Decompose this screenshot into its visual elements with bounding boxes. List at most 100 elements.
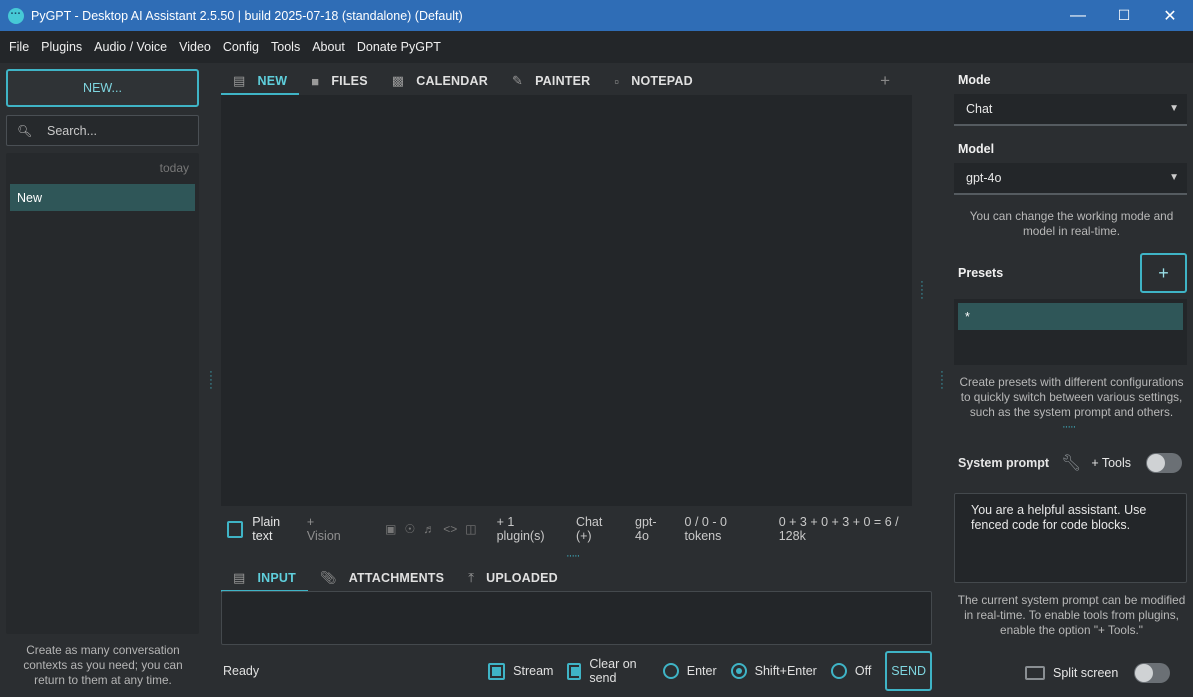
brush-icon: ✎ bbox=[511, 73, 524, 88]
paperclip-icon: 📎︎ bbox=[319, 569, 337, 585]
shift-enter-label: Shift+Enter bbox=[754, 664, 817, 678]
settings-panel: Mode Chat ▼ Model gpt-4o ▼ You can chang… bbox=[949, 63, 1193, 697]
system-prompt-label: System prompt bbox=[958, 456, 1049, 470]
chevron-down-icon: ▼ bbox=[1169, 103, 1179, 114]
menu-audio-voice[interactable]: Audio / Voice bbox=[88, 40, 173, 54]
presets-label: Presets bbox=[958, 266, 1004, 280]
model-select[interactable]: gpt-4o ▼ bbox=[954, 163, 1187, 195]
chat-icon: ▤ bbox=[233, 569, 246, 585]
center-right-splitter-handle[interactable]: · · · · · bbox=[919, 277, 925, 304]
tab-uploaded[interactable]: ⤒ UPLOADED bbox=[456, 564, 570, 592]
stream-checkbox[interactable] bbox=[488, 662, 506, 680]
menu-bar: File Plugins Audio / Voice Video Config … bbox=[0, 31, 1193, 63]
speaker-off-icon[interactable]: ♬ bbox=[423, 522, 435, 536]
chat-output-area[interactable] bbox=[221, 95, 912, 506]
clipboard-icon: ▫ bbox=[614, 73, 620, 89]
search-input[interactable] bbox=[47, 123, 187, 138]
app-logo-icon bbox=[8, 5, 24, 24]
context-hint: Create as many conversation contexts as … bbox=[23, 643, 183, 687]
status-icons: ▣ ☉ ♬ <> ◫ bbox=[385, 522, 476, 536]
upload-icon: ⤒ bbox=[468, 569, 475, 585]
tab-attachments[interactable]: 📎︎ ATTACHMENTS bbox=[308, 564, 456, 592]
context-panel: NEW... 🔍︎ today New Create as many conve… bbox=[0, 63, 206, 697]
system-prompt-input[interactable]: You are a helpful assistant. Use fenced … bbox=[954, 493, 1187, 583]
message-input[interactable] bbox=[221, 591, 932, 645]
off-option[interactable]: Off bbox=[830, 663, 871, 679]
add-preset-button[interactable]: + bbox=[1140, 253, 1187, 293]
folder-icon: ■ bbox=[311, 73, 320, 89]
input-splitter-handle[interactable]: ····· bbox=[566, 550, 580, 562]
stream-label: Stream bbox=[513, 664, 554, 678]
wrench-icon: 🔧︎ bbox=[1061, 455, 1082, 472]
shift-enter-option[interactable]: Shift+Enter bbox=[730, 663, 817, 679]
plain-text-label: Plain text bbox=[252, 515, 281, 543]
output-tabs: ▤ NEW ■ FILES ▩ CALENDAR ✎ PAINTER ▫ NOT… bbox=[221, 67, 912, 95]
mode-label: Mode bbox=[958, 73, 991, 87]
enter-option[interactable]: Enter bbox=[662, 663, 717, 679]
presets-splitter-handle[interactable]: ····· bbox=[1062, 421, 1076, 433]
tools-label: + Tools bbox=[1091, 456, 1132, 470]
add-tab-button[interactable]: + bbox=[880, 71, 890, 91]
mode-select[interactable]: Chat ▼ bbox=[954, 94, 1187, 126]
output-status-row: Plain text + Vision ▣ ☉ ♬ <> ◫ + 1 plugi… bbox=[221, 515, 921, 543]
title-bar: PyGPT - Desktop AI Assistant 2.5.50 | bu… bbox=[0, 0, 1193, 31]
tab-new[interactable]: ▤ NEW bbox=[221, 67, 300, 95]
search-box: 🔍︎ bbox=[6, 115, 199, 146]
window-controls: — ☐ ✕ bbox=[1055, 0, 1193, 31]
split-screen-label: Split screen bbox=[1053, 666, 1119, 680]
send-bar: Ready Stream Clear on send Enter Shift+E… bbox=[221, 651, 932, 691]
minimize-button[interactable]: — bbox=[1055, 0, 1101, 31]
tab-label: INPUT bbox=[257, 570, 296, 585]
enter-radio[interactable] bbox=[662, 663, 679, 679]
split-screen-toggle[interactable] bbox=[1134, 663, 1171, 683]
plain-text-checkbox[interactable] bbox=[227, 520, 244, 538]
menu-about[interactable]: About bbox=[306, 40, 351, 54]
off-radio[interactable] bbox=[830, 663, 847, 679]
preset-item[interactable]: * bbox=[958, 303, 1183, 330]
menu-donate[interactable]: Donate PyGPT bbox=[351, 40, 447, 54]
send-button[interactable]: SEND bbox=[885, 651, 932, 691]
token-count: 0 / 0 - 0 tokens bbox=[684, 515, 727, 543]
menu-file[interactable]: File bbox=[3, 40, 35, 54]
new-context-button[interactable]: NEW... bbox=[6, 69, 199, 107]
code-icon[interactable]: <> bbox=[443, 522, 457, 536]
stream-option[interactable]: Stream bbox=[488, 662, 554, 680]
tab-notepad[interactable]: ▫ NOTEPAD bbox=[602, 67, 704, 95]
close-button[interactable]: ✕ bbox=[1147, 0, 1193, 31]
clear-on-send-option[interactable]: Clear on send bbox=[567, 657, 648, 685]
right-splitter-handle[interactable]: · · · · · bbox=[939, 367, 945, 394]
mic-off-icon[interactable]: ☉ bbox=[404, 522, 415, 536]
context-token-usage: 0 + 3 + 0 + 3 + 0 = 6 / 128k bbox=[778, 515, 899, 543]
split-screen-icon bbox=[1025, 666, 1045, 680]
database-icon[interactable]: ◫ bbox=[465, 522, 476, 536]
shift-enter-radio[interactable] bbox=[730, 663, 747, 679]
system-prompt-hint: The current system prompt can be modifie… bbox=[957, 593, 1186, 637]
tab-label: CALENDAR bbox=[416, 74, 488, 88]
tab-label: PAINTER bbox=[535, 74, 591, 88]
clear-on-send-checkbox[interactable] bbox=[567, 662, 582, 680]
chevron-down-icon: ▼ bbox=[1169, 172, 1179, 183]
clear-on-send-label: Clear on send bbox=[589, 657, 637, 685]
tab-label: FILES bbox=[331, 74, 368, 88]
tab-calendar[interactable]: ▩ CALENDAR bbox=[380, 67, 500, 95]
menu-config[interactable]: Config bbox=[217, 40, 265, 54]
menu-tools[interactable]: Tools bbox=[265, 40, 306, 54]
menu-video[interactable]: Video bbox=[173, 40, 217, 54]
enter-label: Enter bbox=[686, 664, 717, 678]
menu-plugins[interactable]: Plugins bbox=[35, 40, 88, 54]
vision-label: + Vision bbox=[306, 515, 341, 543]
left-splitter-handle[interactable]: · · · · · bbox=[208, 367, 214, 394]
tab-painter[interactable]: ✎ PAINTER bbox=[500, 67, 602, 95]
tab-files[interactable]: ■ FILES bbox=[299, 67, 379, 95]
tab-label: ATTACHMENTS bbox=[348, 570, 445, 585]
context-item[interactable]: New bbox=[10, 184, 195, 211]
tab-label: NOTEPAD bbox=[631, 74, 693, 88]
tools-toggle[interactable] bbox=[1146, 453, 1183, 473]
tab-label: UPLOADED bbox=[486, 570, 558, 585]
mode-hint: You can change the working mode and mode… bbox=[969, 209, 1174, 238]
tab-input[interactable]: ▤ INPUT bbox=[221, 564, 308, 592]
maximize-button[interactable]: ☐ bbox=[1101, 0, 1147, 31]
system-prompt-header: System prompt 🔧︎ + Tools bbox=[958, 453, 1183, 473]
camera-off-icon[interactable]: ▣ bbox=[385, 522, 396, 536]
model-select-value: gpt-4o bbox=[966, 171, 1002, 185]
